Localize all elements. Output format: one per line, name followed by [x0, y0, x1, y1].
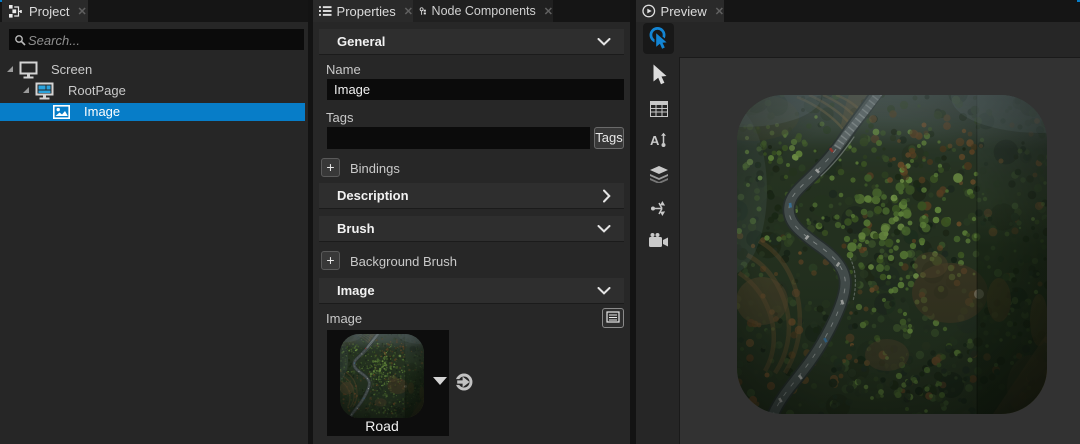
- svg-text:A: A: [650, 133, 660, 148]
